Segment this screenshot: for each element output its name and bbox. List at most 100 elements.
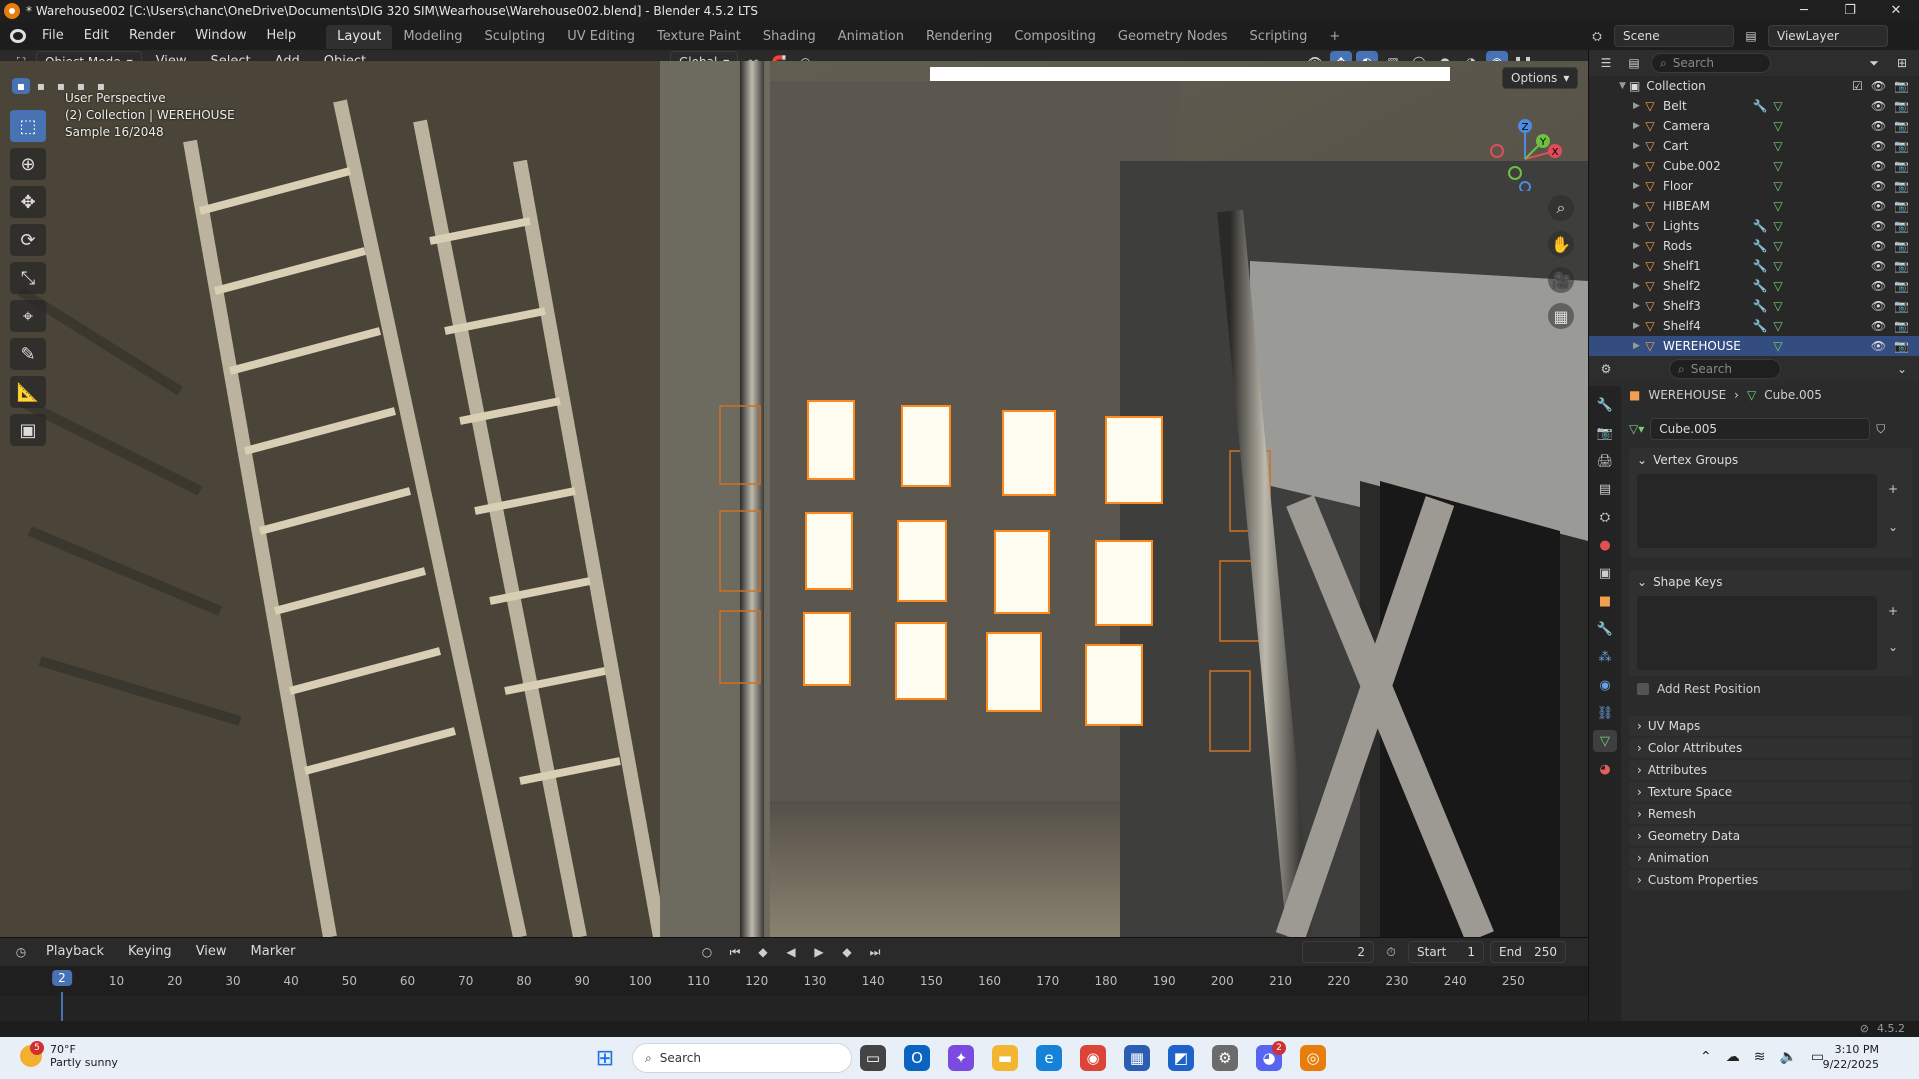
outliner-row[interactable]: ▶ ▽ Camera ▽ 👁 📷 bbox=[1589, 116, 1919, 136]
modifier-wrench-icon[interactable]: 🔧 bbox=[1751, 239, 1769, 253]
store-icon[interactable]: ▦ bbox=[1124, 1045, 1150, 1071]
collapsed-panel[interactable]: › Remesh bbox=[1629, 804, 1912, 824]
eye-icon[interactable]: 👁 bbox=[1871, 99, 1886, 113]
mesh-data-icon[interactable]: ▽ bbox=[1769, 239, 1787, 253]
modifier-tab-icon[interactable]: 🔧 bbox=[1593, 618, 1617, 640]
add-rest-position-checkbox[interactable] bbox=[1637, 683, 1649, 695]
outlook-icon[interactable]: O bbox=[904, 1045, 930, 1071]
outliner-search-input[interactable]: ⌕ Search bbox=[1651, 53, 1771, 73]
ortho-grid-icon[interactable]: ▦ bbox=[1548, 303, 1574, 329]
camera-render-icon[interactable]: 📷 bbox=[1894, 239, 1909, 253]
expand-arrow-icon[interactable]: ▶ bbox=[1633, 281, 1643, 291]
modifier-wrench-icon[interactable]: 🔧 bbox=[1751, 259, 1769, 273]
outliner-row[interactable]: ▶ ▽ Cube.002 ▽ 👁 📷 bbox=[1589, 156, 1919, 176]
eye-icon[interactable]: 👁 bbox=[1871, 199, 1886, 213]
mesh-data-icon[interactable]: ▽ bbox=[1769, 319, 1787, 333]
blender-taskbar-icon[interactable]: ◎ bbox=[1300, 1045, 1326, 1071]
expand-arrow-icon[interactable]: ▶ bbox=[1633, 181, 1643, 191]
viewlayer-selector[interactable]: ViewLayer bbox=[1768, 25, 1888, 47]
expand-arrow-icon[interactable]: ▶ bbox=[1633, 221, 1643, 231]
tool-tab-icon[interactable]: 🔧 bbox=[1593, 394, 1617, 416]
render-tab-icon[interactable]: 📷 bbox=[1593, 422, 1617, 444]
photo-app-icon[interactable]: ◩ bbox=[1168, 1045, 1194, 1071]
modifier-wrench-icon[interactable]: 🔧 bbox=[1751, 99, 1769, 113]
chevron-down-icon[interactable]: ⌄ bbox=[1891, 358, 1913, 380]
expand-arrow-icon[interactable]: ▶ bbox=[1633, 321, 1643, 331]
outliner-row[interactable]: ▶ ▽ Cart ▽ 👁 📷 bbox=[1589, 136, 1919, 156]
outliner-row[interactable]: ▶ ▽ Belt 🔧 ▽ 👁 📷 bbox=[1589, 96, 1919, 116]
scene-icon[interactable]: ⛭ bbox=[1586, 25, 1608, 47]
tab-sculpting[interactable]: Sculpting bbox=[473, 25, 556, 49]
select-box-icon[interactable]: ⬚ bbox=[10, 110, 46, 142]
mesh-data-icon[interactable]: ▽ bbox=[1769, 179, 1787, 193]
view-layer-tab-icon[interactable]: ▤ bbox=[1593, 478, 1617, 500]
outliner-row[interactable]: ▶ ▽ Shelf1 🔧 ▽ 👁 📷 bbox=[1589, 256, 1919, 276]
select-subtract-icon[interactable]: ▪ bbox=[52, 78, 70, 94]
outliner-row[interactable]: ▶ ▽ Shelf2 🔧 ▽ 👁 📷 bbox=[1589, 276, 1919, 296]
navigation-gizmo[interactable]: Z X Y bbox=[1485, 111, 1565, 191]
expand-arrow-icon[interactable]: ▶ bbox=[1633, 161, 1643, 171]
menu-window[interactable]: Window bbox=[185, 22, 256, 50]
camera-render-icon[interactable]: 📷 bbox=[1894, 159, 1909, 173]
outliner-row[interactable]: ▶ ▽ Floor ▽ 👁 📷 bbox=[1589, 176, 1919, 196]
viewlayer-icon[interactable]: ▤ bbox=[1740, 25, 1762, 47]
expand-arrow-icon[interactable]: ▶ bbox=[1633, 241, 1643, 251]
eye-icon[interactable]: 👁 bbox=[1871, 279, 1886, 293]
current-frame-field[interactable]: 2 bbox=[1302, 941, 1374, 963]
play-reverse-icon[interactable]: ◀ bbox=[780, 941, 802, 963]
add-cube-icon[interactable]: ▣ bbox=[10, 414, 46, 446]
mesh-data-icon[interactable]: ▽ bbox=[1769, 119, 1787, 133]
particles-tab-icon[interactable]: ⁂ bbox=[1593, 646, 1617, 668]
eye-icon[interactable]: 👁 bbox=[1871, 339, 1886, 353]
camera-render-icon[interactable]: 📷 bbox=[1894, 259, 1909, 273]
collection-row[interactable]: ▼ ▣ Collection ☑ 👁 📷 bbox=[1589, 76, 1919, 96]
move-icon[interactable]: ✥ bbox=[10, 186, 46, 218]
mesh-data-icon[interactable]: ▽ bbox=[1769, 299, 1787, 313]
shape-key-menu-icon[interactable]: ⌄ bbox=[1882, 636, 1904, 658]
cursor-icon[interactable]: ⊕ bbox=[10, 148, 46, 180]
shape-keys-header[interactable]: ⌄ Shape Keys bbox=[1629, 570, 1912, 594]
collapsed-panel[interactable]: › Texture Space bbox=[1629, 782, 1912, 802]
add-workspace-button[interactable]: + bbox=[1318, 25, 1351, 49]
measure-icon[interactable]: 📐 bbox=[10, 376, 46, 408]
scale-icon[interactable]: ⤡ bbox=[10, 262, 46, 294]
fake-user-shield-icon[interactable]: ⛉ bbox=[1876, 422, 1885, 437]
camera-render-icon[interactable]: 📷 bbox=[1894, 279, 1909, 293]
start-frame-field[interactable]: Start 1 bbox=[1408, 941, 1484, 963]
vertex-groups-header[interactable]: ⌄ Vertex Groups bbox=[1629, 448, 1912, 472]
jump-end-icon[interactable]: ⏭ bbox=[864, 941, 886, 963]
output-tab-icon[interactable]: 🖨 bbox=[1593, 450, 1617, 472]
expand-arrow-icon[interactable]: ▶ bbox=[1633, 341, 1643, 351]
pan-hand-icon[interactable]: ✋ bbox=[1548, 231, 1574, 257]
prev-keyframe-icon[interactable]: ◆ bbox=[752, 941, 774, 963]
volume-icon[interactable]: 🔈 bbox=[1779, 1049, 1796, 1065]
onedrive-icon[interactable]: ☁ bbox=[1726, 1049, 1740, 1065]
outliner-row[interactable]: ▶ ▽ Shelf3 🔧 ▽ 👁 📷 bbox=[1589, 296, 1919, 316]
eye-icon[interactable]: 👁 bbox=[1871, 139, 1886, 153]
mesh-browse-icon[interactable]: ▽▾ bbox=[1629, 422, 1644, 436]
tab-rendering[interactable]: Rendering bbox=[915, 25, 1003, 49]
tab-geometry-nodes[interactable]: Geometry Nodes bbox=[1107, 25, 1239, 49]
menu-timeline-view[interactable]: View bbox=[186, 938, 237, 966]
outliner-row[interactable]: ▶ ▽ HIBEAM ▽ 👁 📷 bbox=[1589, 196, 1919, 216]
options-dropdown[interactable]: Options ▾ bbox=[1502, 67, 1579, 89]
tray-chevron-up-icon[interactable]: ⌃ bbox=[1700, 1049, 1712, 1065]
eye-icon[interactable]: 👁 bbox=[1871, 299, 1886, 313]
task-view-icon[interactable]: ▭ bbox=[860, 1045, 886, 1071]
windows-start-icon[interactable]: ⊞ bbox=[592, 1045, 618, 1071]
tab-uv-editing[interactable]: UV Editing bbox=[556, 25, 646, 49]
add-shape-key-button[interactable]: + bbox=[1882, 600, 1904, 622]
blender-menu-icon[interactable] bbox=[10, 29, 26, 43]
taskbar-search-box[interactable]: ⌕ Search bbox=[632, 1043, 852, 1073]
eye-icon[interactable]: 👁 bbox=[1871, 79, 1886, 93]
camera-render-icon[interactable]: 📷 bbox=[1894, 219, 1909, 233]
play-icon[interactable]: ▶ bbox=[808, 941, 830, 963]
edge-icon[interactable]: e bbox=[1036, 1045, 1062, 1071]
outliner-row[interactable]: ▶ ▽ WEREHOUSE ▽ 👁 📷 bbox=[1589, 336, 1919, 356]
camera-render-icon[interactable]: 📷 bbox=[1894, 79, 1909, 93]
tab-shading[interactable]: Shading bbox=[752, 25, 827, 49]
select-invert-icon[interactable]: ▪ bbox=[72, 78, 90, 94]
menu-playback[interactable]: Playback bbox=[36, 938, 114, 966]
expand-arrow-icon[interactable]: ▶ bbox=[1633, 121, 1643, 131]
object-tab-icon[interactable]: ■ bbox=[1593, 590, 1617, 612]
